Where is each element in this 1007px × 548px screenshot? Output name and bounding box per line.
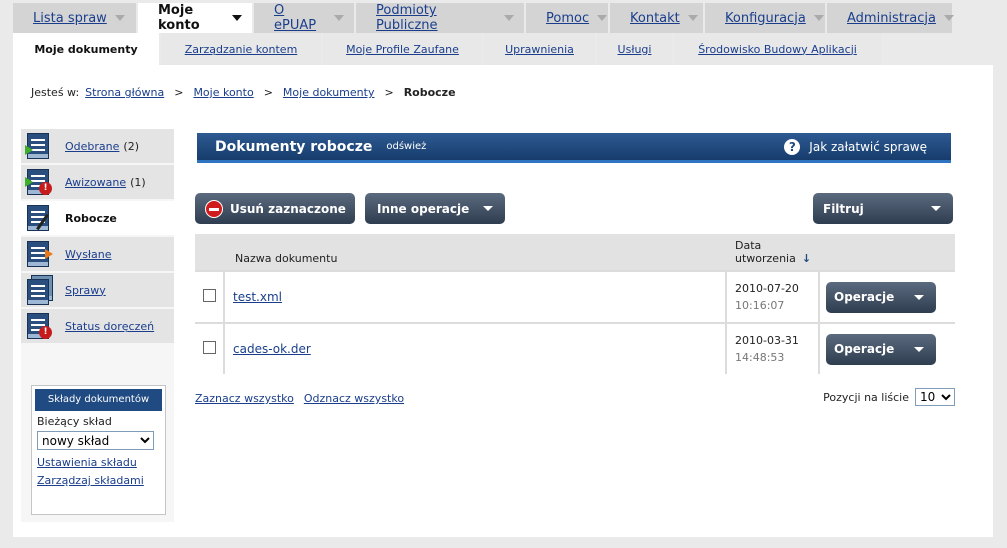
chevron-down-icon xyxy=(914,294,924,300)
refresh-link[interactable]: odśwież xyxy=(386,141,426,152)
sidebar-item-odebrane[interactable]: Odebrane (2) xyxy=(21,129,174,163)
draft-document-icon xyxy=(25,203,55,233)
select-all-link[interactable]: Zaznacz wszystko xyxy=(195,392,294,405)
page-title: Dokumenty robocze xyxy=(215,138,373,155)
document-link[interactable]: test.xml xyxy=(233,290,282,304)
sidebar-item-status-doreczen[interactable]: ! Status doręczeń xyxy=(21,309,174,343)
sklady-title: Składy dokumentów xyxy=(35,389,162,411)
sort-down-icon: ↓ xyxy=(801,252,812,265)
table-header: Nazwa dokumentu Data utworzenia ↓ xyxy=(195,234,955,270)
per-page-control: Pozycji na liście 10 xyxy=(823,388,955,406)
sub-navigation: Moje dokumenty Zarządzanie kontem Moje P… xyxy=(13,33,883,65)
notice-document-icon: ! xyxy=(25,167,55,197)
breadcrumb-current: Robocze xyxy=(403,86,456,99)
sent-document-icon xyxy=(25,239,55,269)
help-link[interactable]: ? Jak załatwić sprawę xyxy=(784,138,927,155)
created-time: 10:16:07 xyxy=(735,299,785,312)
chevron-down-icon xyxy=(114,15,125,21)
row-checkbox[interactable] xyxy=(202,289,216,302)
chevron-down-icon xyxy=(334,15,344,21)
subtab-uprawnienia[interactable]: Uprawnienia xyxy=(484,33,595,65)
tab-kontakt[interactable]: Kontakt xyxy=(610,3,703,33)
sidebar-item-awizowane[interactable]: ! Awizowane (1) xyxy=(21,165,174,199)
sklad-select[interactable]: nowy skład xyxy=(37,431,154,450)
chevron-down-icon xyxy=(504,15,514,21)
other-operations-button[interactable]: Inne operacje xyxy=(365,193,505,224)
subtab-srodowisko-budowy[interactable]: Środowisko Budowy Aplikacji xyxy=(674,33,881,65)
chevron-down-icon xyxy=(597,15,608,21)
operations-button[interactable]: Operacje xyxy=(826,281,936,313)
main-navigation: Lista spraw Moje konto O ePUAP Podmioty … xyxy=(13,3,954,33)
tab-pomoc[interactable]: Pomoc xyxy=(526,3,608,33)
filter-button[interactable]: Filtruj xyxy=(813,193,953,224)
breadcrumb: Jesteś w: Strona główna > Moje konto > M… xyxy=(31,86,456,99)
tab-o-epuap[interactable]: O ePUAP xyxy=(254,3,354,33)
created-time: 14:48:53 xyxy=(735,351,785,364)
sidebar-item-robocze[interactable]: Robocze xyxy=(21,201,174,235)
current-sklad-label: Bieżący skład xyxy=(37,415,112,428)
breadcrumb-prefix: Jesteś w: xyxy=(31,86,80,99)
delivery-status-icon: ! xyxy=(25,311,55,341)
manage-sklady-link[interactable]: Zarządzaj składami xyxy=(37,474,165,487)
chevron-down-icon xyxy=(483,206,493,211)
column-date-header[interactable]: Data utworzenia ↓ xyxy=(725,234,818,270)
table-row: cades-ok.der 2010-03-31 14:48:53 Operacje xyxy=(195,322,955,374)
subtab-profile-zaufane[interactable]: Moje Profile Zaufane xyxy=(323,33,482,65)
tab-administracja[interactable]: Administracja xyxy=(827,3,954,33)
sidebar: Odebrane (2) ! Awizowane (1) Robocze Wysła… xyxy=(21,129,174,522)
per-page-label: Pozycji na liście xyxy=(823,390,909,404)
tab-moje-konto[interactable]: Moje konto xyxy=(138,3,252,33)
chevron-down-icon xyxy=(914,346,924,352)
tab-lista-spraw[interactable]: Lista spraw xyxy=(13,3,136,33)
breadcrumb-separator: > xyxy=(384,86,394,99)
subtab-uslugi[interactable]: Usługi xyxy=(597,33,672,65)
chevron-down-icon xyxy=(813,15,824,21)
breadcrumb-separator: > xyxy=(174,86,184,99)
breadcrumb-moje-dokumenty[interactable]: Moje dokumenty xyxy=(283,86,375,99)
deselect-all-link[interactable]: Odznacz wszystko xyxy=(304,392,404,405)
created-date: 2010-07-20 xyxy=(735,282,799,295)
chevron-down-icon xyxy=(232,15,242,21)
subtab-moje-dokumenty[interactable]: Moje dokumenty xyxy=(13,33,159,65)
question-icon: ? xyxy=(784,138,801,155)
minus-circle-icon xyxy=(205,199,223,218)
tab-podmioty-publiczne[interactable]: Podmioty Publiczne xyxy=(356,3,524,33)
operations-button[interactable]: Operacje xyxy=(826,333,936,365)
sidebar-item-sprawy[interactable]: Sprawy xyxy=(21,273,174,307)
breadcrumb-strona-glowna[interactable]: Strona główna xyxy=(85,86,164,99)
sklad-settings-link[interactable]: Ustawienia składu xyxy=(37,456,165,469)
title-bar: Dokumenty robocze odśwież ? Jak załatwić… xyxy=(197,133,951,163)
chevron-down-icon xyxy=(931,206,941,211)
column-name-header: Nazwa dokumentu xyxy=(223,234,725,270)
sidebar-item-wyslane[interactable]: Wysłane xyxy=(21,237,174,271)
row-checkbox[interactable] xyxy=(202,341,216,354)
created-date: 2010-03-31 xyxy=(735,334,799,347)
selection-links: Zaznacz wszystko Odznacz wszystko xyxy=(195,392,404,405)
breadcrumb-separator: > xyxy=(263,86,273,99)
document-link[interactable]: cades-ok.der xyxy=(233,342,311,356)
cases-documents-icon xyxy=(25,275,55,305)
table-row: test.xml 2010-07-20 10:16:07 Operacje xyxy=(195,270,955,322)
subtab-zarzadzanie-kontem[interactable]: Zarządzanie kontem xyxy=(161,33,321,65)
inbox-document-icon xyxy=(25,131,55,161)
documents-table: Nazwa dokumentu Data utworzenia ↓ test.xm… xyxy=(195,234,955,374)
sklady-dokumentow-panel: Składy dokumentów Bieżący skład nowy skł… xyxy=(31,385,166,515)
per-page-select[interactable]: 10 xyxy=(915,388,955,406)
tab-konfiguracja[interactable]: Konfiguracja xyxy=(705,3,825,33)
breadcrumb-moje-konto[interactable]: Moje konto xyxy=(193,86,253,99)
chevron-down-icon xyxy=(687,15,698,21)
content-panel: Jesteś w: Strona główna > Moje konto > M… xyxy=(13,65,993,537)
chevron-down-icon xyxy=(943,15,954,21)
delete-selected-button[interactable]: Usuń zaznaczone xyxy=(195,193,355,224)
